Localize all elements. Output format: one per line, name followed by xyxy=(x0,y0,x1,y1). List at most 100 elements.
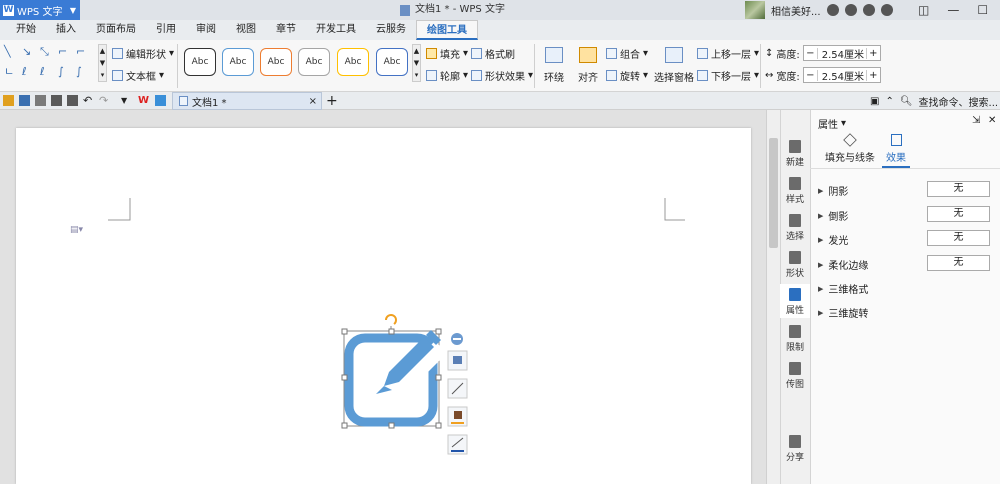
line-shape-gallery[interactable]: ╲ ↘ ⤡ ⌐ ⌐ ㄴ ℓ ℓ ∫ ∫ xyxy=(4,44,96,84)
selection-pane-button[interactable]: 选择窗格 xyxy=(654,47,694,84)
shape-style-6[interactable]: Abc xyxy=(376,48,408,76)
settings-icon[interactable] xyxy=(844,4,857,16)
close-icon[interactable]: ✕ xyxy=(988,115,996,126)
tab-cloud[interactable]: 云服务 xyxy=(366,20,416,40)
side-item-properties[interactable]: 属性 xyxy=(780,284,810,318)
side-item-new[interactable]: 新建 xyxy=(780,140,810,168)
elbow-double-icon[interactable]: ㄴ xyxy=(4,66,18,78)
glow-value[interactable]: 无 xyxy=(927,230,990,246)
shape-style-2[interactable]: Abc xyxy=(222,48,254,76)
save-icon[interactable] xyxy=(19,95,30,106)
height-stepper[interactable]: − 2.54厘米 + xyxy=(802,45,881,61)
shape-style-3[interactable]: Abc xyxy=(260,48,292,76)
redo-icon[interactable]: ↷ xyxy=(99,95,110,106)
double-arrow-icon[interactable]: ⤡ xyxy=(40,46,54,58)
app-menu-button[interactable]: W WPS 文字 ▼ xyxy=(0,0,80,20)
resize-handle[interactable] xyxy=(435,328,442,335)
restore-icon[interactable]: ◫ xyxy=(918,3,929,17)
document-tab[interactable]: 文档1 * × xyxy=(172,92,322,110)
minus-icon[interactable]: − xyxy=(804,47,818,59)
text-box-button[interactable]: 文本框 ▾ xyxy=(112,68,164,83)
resize-handle[interactable] xyxy=(435,374,442,381)
group-button[interactable]: 组合 ▾ xyxy=(606,46,648,61)
paragraph-marker-icon[interactable]: ▤▾ xyxy=(70,225,83,235)
avatar[interactable] xyxy=(745,1,765,19)
height-value[interactable]: 2.54厘米 xyxy=(818,46,866,61)
elbow-connector-icon[interactable]: ⌐ xyxy=(58,46,72,58)
maximize-icon[interactable]: ☐ xyxy=(977,3,988,17)
tab-home[interactable]: 开始 xyxy=(6,20,46,40)
tab-review[interactable]: 审阅 xyxy=(186,20,226,40)
align-button[interactable]: 对齐 xyxy=(574,47,602,84)
line-icon[interactable]: ╲ xyxy=(4,46,18,58)
curve-arrow-icon[interactable]: ℓ xyxy=(40,66,54,78)
prop-row-soft-edges[interactable]: ▶ 柔化边缘 xyxy=(818,257,868,273)
undo-icon[interactable]: ↶ xyxy=(83,95,94,106)
cloud-box-icon[interactable] xyxy=(155,95,166,106)
comment-icon[interactable]: ▣ xyxy=(870,96,879,107)
tab-insert[interactable]: 插入 xyxy=(46,20,86,40)
side-item-share[interactable]: 分享 xyxy=(780,435,810,463)
scrollbar-thumb[interactable] xyxy=(769,138,778,248)
format-brush-button[interactable]: 格式刷 xyxy=(471,46,515,61)
shape-style-1[interactable]: Abc xyxy=(184,48,216,76)
vertical-scrollbar[interactable] xyxy=(766,110,780,484)
open-folder-icon[interactable] xyxy=(3,95,14,106)
plus-icon[interactable]: + xyxy=(865,47,880,59)
prop-row-shadow[interactable]: ▶ 阴影 xyxy=(818,183,848,199)
skin-icon[interactable] xyxy=(826,4,839,16)
style-gallery-scroll[interactable]: ▲ ▼ ▾ xyxy=(412,44,421,82)
prop-row-3d-format[interactable]: ▶ 三维格式 xyxy=(818,281,868,297)
feedback-icon[interactable] xyxy=(862,4,875,16)
elbow-arrow-icon[interactable]: ⌐ xyxy=(76,46,90,58)
minimize-icon[interactable]: — xyxy=(947,3,959,17)
customize-toolbar-icon[interactable]: ▼ xyxy=(121,95,132,106)
search-placeholder[interactable]: 查找命令、搜索... xyxy=(919,94,999,109)
resize-handle[interactable] xyxy=(341,328,348,335)
command-search[interactable]: ▣ ⌃ 🔍︎ 查找命令、搜索... xyxy=(870,92,998,110)
edit-shape-button[interactable]: 编辑形状 ▾ xyxy=(112,46,174,61)
bring-forward-button[interactable]: 上移一层 ▾ xyxy=(697,46,759,61)
tab-section[interactable]: 章节 xyxy=(266,20,306,40)
side-item-upload-image[interactable]: 传图 xyxy=(780,362,810,390)
help-icon[interactable] xyxy=(880,4,893,16)
curve-connector-icon[interactable]: ℓ xyxy=(22,66,36,78)
shape-style-5[interactable]: Abc xyxy=(337,48,369,76)
prop-row-glow[interactable]: ▶ 发光 xyxy=(818,232,848,248)
user-name[interactable]: 相信美好... xyxy=(771,3,821,18)
print-icon[interactable] xyxy=(51,95,62,106)
plus-icon[interactable]: + xyxy=(865,69,880,81)
resize-handle[interactable] xyxy=(341,422,348,429)
send-backward-button[interactable]: 下移一层 ▾ xyxy=(697,68,759,83)
panel-title[interactable]: 属性 ▾ xyxy=(818,116,846,131)
tab-page-layout[interactable]: 页面布局 xyxy=(86,20,146,40)
shape-style-4[interactable]: Abc xyxy=(298,48,330,76)
prop-row-3d-rotation[interactable]: ▶ 三维旋转 xyxy=(818,305,868,321)
resize-handle[interactable] xyxy=(388,422,395,429)
fold-icon[interactable]: ⌃ xyxy=(885,96,893,107)
arrow-line-icon[interactable]: ↘ xyxy=(22,46,36,58)
resize-handle[interactable] xyxy=(341,374,348,381)
minus-icon[interactable]: − xyxy=(804,69,818,81)
side-item-restrict[interactable]: 限制 xyxy=(780,325,810,353)
prop-row-reflection[interactable]: ▶ 倒影 xyxy=(818,208,848,224)
side-item-style[interactable]: 样式 xyxy=(780,177,810,205)
fill-button[interactable]: 填充 ▾ xyxy=(426,46,468,61)
width-stepper[interactable]: − 2.54厘米 + xyxy=(802,67,881,83)
tab-developer[interactable]: 开发工具 xyxy=(306,20,366,40)
wrap-button[interactable]: 环绕 xyxy=(540,47,568,84)
resize-handle[interactable] xyxy=(435,422,442,429)
tab-fill-line[interactable]: 填充与线条 xyxy=(820,133,880,164)
close-tab-icon[interactable]: × xyxy=(309,96,317,107)
tab-view[interactable]: 视图 xyxy=(226,20,266,40)
user-area[interactable]: 相信美好... xyxy=(745,0,893,20)
tab-references[interactable]: 引用 xyxy=(146,20,186,40)
rotate-handle-icon[interactable] xyxy=(385,314,397,325)
freeform-icon[interactable]: ∫ xyxy=(76,66,90,78)
gallery-scroll[interactable]: ▲ ▼ ▾ xyxy=(98,44,107,82)
outline-button[interactable]: 轮廓 ▾ xyxy=(426,68,468,83)
curve-icon[interactable]: ∫ xyxy=(58,66,72,78)
resize-handle[interactable] xyxy=(388,328,395,335)
tab-drawing-tools[interactable]: 绘图工具 xyxy=(416,20,478,40)
export-pdf-icon[interactable] xyxy=(35,95,46,106)
